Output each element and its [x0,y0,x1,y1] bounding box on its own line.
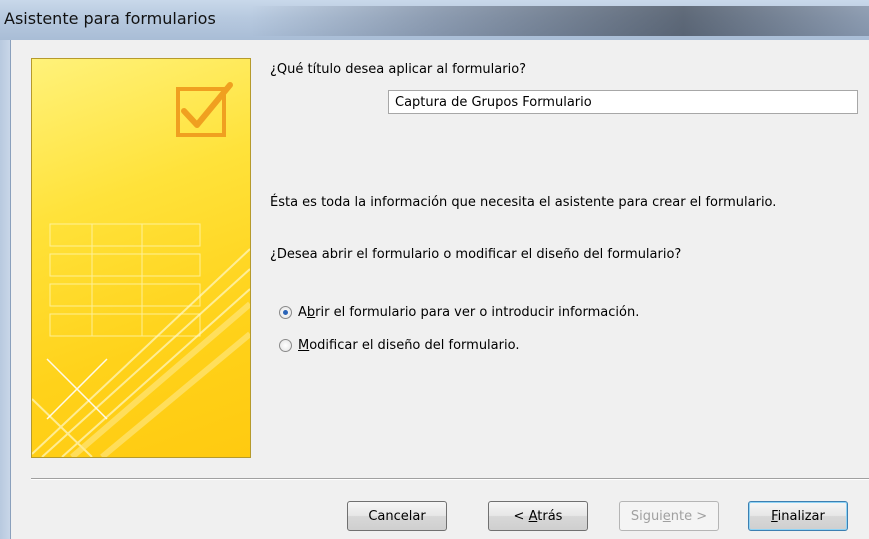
cancel-button-label: Cancelar [368,508,426,524]
window-frame-left [0,40,11,539]
radio-button-selected[interactable] [279,306,292,319]
title-question-label: ¿Qué título desea aplicar al formulario? [270,62,527,77]
checkbox-form-icon [32,82,250,457]
radio-open-form[interactable]: Abrir el formulario para ver o introduci… [279,305,639,320]
next-button[interactable]: Siguiente > [619,501,719,531]
back-button[interactable]: < Atrás [488,501,588,531]
info-text: Ésta es toda la información que necesita… [270,195,777,210]
finish-button[interactable]: Finalizar [748,501,848,531]
back-button-label: < Atrás [513,508,563,524]
title-bar[interactable]: Asistente para formularios [0,0,869,40]
radio-modify-design[interactable]: Modificar el diseño del formulario. [279,338,519,353]
wizard-illustration [31,58,251,458]
cancel-button[interactable]: Cancelar [347,501,447,531]
radio-open-form-label: Abrir el formulario para ver o introduci… [298,305,640,320]
finish-button-label: Finalizar [771,508,825,524]
radio-button-unselected[interactable] [279,339,292,352]
form-title-input[interactable] [388,90,858,114]
radio-modify-design-label: Modificar el diseño del formulario. [298,338,520,353]
footer-separator [31,478,869,480]
open-question-label: ¿Desea abrir el formulario o modificar e… [270,247,682,262]
window-title: Asistente para formularios [4,9,216,28]
next-button-label: Siguiente > [630,508,708,524]
wizard-client-area: ¿Qué título desea aplicar al formulario?… [11,40,869,539]
